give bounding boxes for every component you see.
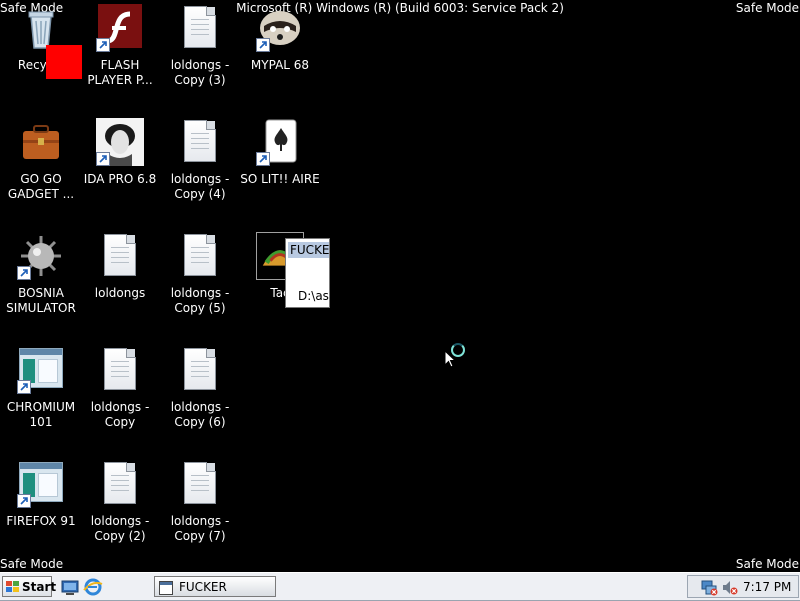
red-overlay-square xyxy=(46,45,82,79)
desktop-icon-label: MYPAL 68 xyxy=(250,58,310,72)
shortcut-arrow-icon xyxy=(256,38,270,52)
document-icon xyxy=(176,4,224,52)
desktop-icon-bosnia-simulator[interactable]: BOSNIA SIMULATOR xyxy=(0,228,82,316)
document-icon xyxy=(176,346,224,394)
show-desktop-icon[interactable] xyxy=(60,577,80,597)
desktop-icon-loldongs-copy-2[interactable]: loldongs - Copy (2) xyxy=(79,456,161,544)
taskbar-window-label: FUCKER xyxy=(179,580,227,594)
taskbar: Start FUCKER 7:17 PM xyxy=(0,572,800,601)
shortcut-arrow-icon xyxy=(96,152,110,166)
briefcase-icon xyxy=(17,118,65,166)
mine-icon xyxy=(17,232,65,280)
clock[interactable]: 7:17 PM xyxy=(743,580,791,594)
solitaire-icon xyxy=(256,118,304,166)
shortcut-arrow-icon xyxy=(17,380,31,394)
flash-icon xyxy=(96,4,144,52)
tooltip-title: FUCKER xyxy=(288,242,329,258)
shortcut-arrow-icon xyxy=(17,494,31,508)
ida-icon xyxy=(96,118,144,166)
desktop-icon-label: loldongs - Copy (5) xyxy=(170,286,230,315)
desktop-icon-loldongs[interactable]: loldongs xyxy=(79,228,161,301)
desktop-icon-go-go-gadget[interactable]: GO GO GADGET ... xyxy=(0,114,82,202)
start-label: Start xyxy=(22,580,57,594)
document-icon xyxy=(96,346,144,394)
start-button[interactable]: Start xyxy=(2,576,56,597)
system-tray: 7:17 PM xyxy=(687,575,799,598)
desktop-icon-flash-player[interactable]: FLASH PLAYER P... xyxy=(79,0,161,88)
document-icon xyxy=(96,232,144,280)
desktop-icon-label: loldongs - Copy xyxy=(90,400,150,429)
desktop-icon-label: GO GO GADGET ... xyxy=(7,172,75,201)
safe-mode-label-bottom-right: Safe Mode xyxy=(735,557,799,571)
browser-window-icon xyxy=(17,346,65,394)
icon-tooltip: FUCKER D:\ass xyxy=(285,238,330,308)
document-icon xyxy=(96,460,144,508)
desktop-icon-label: FLASH PLAYER P... xyxy=(87,58,153,87)
desktop-icon-loldongs-copy-3[interactable]: loldongs - Copy (3) xyxy=(159,0,241,88)
shortcut-arrow-icon xyxy=(256,152,270,166)
desktop-icon-loldongs-copy-5[interactable]: loldongs - Copy (5) xyxy=(159,228,241,316)
desktop-icon-loldongs-copy-6[interactable]: loldongs - Copy (6) xyxy=(159,342,241,430)
raccoon-icon xyxy=(256,4,304,52)
desktop-icon-loldongs-copy[interactable]: loldongs - Copy xyxy=(79,342,161,430)
mouse-pointer-icon xyxy=(444,350,456,368)
desktop-icon-label: loldongs - Copy (6) xyxy=(170,400,230,429)
shortcut-arrow-icon xyxy=(17,266,31,280)
desktop-icon-loldongs-copy-7[interactable]: loldongs - Copy (7) xyxy=(159,456,241,544)
window-icon xyxy=(159,581,173,595)
volume-muted-icon[interactable] xyxy=(721,579,738,596)
network-icon[interactable] xyxy=(701,579,718,596)
document-icon xyxy=(176,460,224,508)
desktop-icon-label: FIREFOX 91 xyxy=(6,514,76,528)
desktop-icon-label: loldongs - Copy (4) xyxy=(170,172,230,201)
safe-mode-label-top-right: Safe Mode xyxy=(735,1,799,15)
desktop-icon-mypal[interactable]: MYPAL 68 xyxy=(239,0,321,73)
desktop-icon-label: BOSNIA SIMULATOR xyxy=(6,286,76,315)
desktop-icon-loldongs-copy-4[interactable]: loldongs - Copy (4) xyxy=(159,114,241,202)
desktop-icon-label: loldongs - Copy (3) xyxy=(170,58,230,87)
desktop-icon-solitaire[interactable]: SO LIT!! AIRE xyxy=(239,114,321,187)
desktop-icon-label: IDA PRO 6.8 xyxy=(83,172,157,186)
desktop-icon-label: SO LIT!! AIRE xyxy=(240,172,320,186)
taskbar-window-button[interactable]: FUCKER xyxy=(154,576,276,597)
windows-logo-icon xyxy=(6,581,19,592)
desktop-icon-label: loldongs - Copy (2) xyxy=(90,514,150,543)
desktop-icon-label: loldongs xyxy=(94,286,146,300)
document-icon xyxy=(176,118,224,166)
browser-window-icon xyxy=(17,460,65,508)
desktop-icon-label: CHROMIUM 101 xyxy=(6,400,76,429)
internet-explorer-icon[interactable] xyxy=(83,577,103,597)
desktop-icon-chromium[interactable]: CHROMIUM 101 xyxy=(0,342,82,430)
tooltip-path: D:\ass xyxy=(298,289,329,303)
desktop-icon-label: loldongs - Copy (7) xyxy=(170,514,230,543)
shortcut-arrow-icon xyxy=(96,38,110,52)
desktop-icon-ida-pro[interactable]: IDA PRO 6.8 xyxy=(79,114,161,187)
desktop-icon-firefox[interactable]: FIREFOX 91 xyxy=(0,456,82,529)
safe-mode-label-bottom-left: Safe Mode xyxy=(0,557,64,571)
document-icon xyxy=(176,232,224,280)
